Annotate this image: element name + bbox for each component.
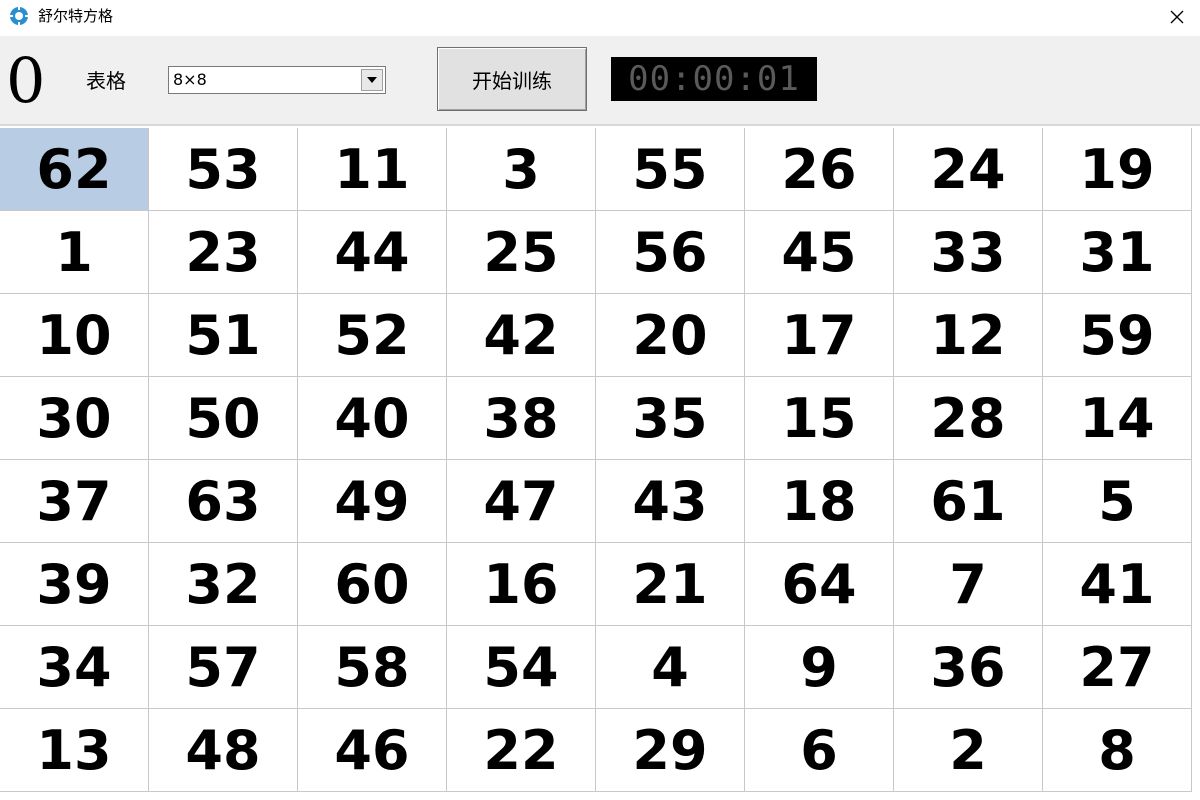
grid-cell[interactable]: 56 xyxy=(596,211,745,294)
grid-cell[interactable]: 48 xyxy=(149,709,298,792)
grid-cell[interactable]: 46 xyxy=(298,709,447,792)
grid-cell[interactable]: 27 xyxy=(1043,626,1192,709)
grid-cell[interactable]: 24 xyxy=(894,128,1043,211)
grid-cell[interactable]: 59 xyxy=(1043,294,1192,377)
grid-cell[interactable]: 19 xyxy=(1043,128,1192,211)
chevron-down-icon xyxy=(367,77,377,83)
grid-cell[interactable]: 49 xyxy=(298,460,447,543)
grid-cell[interactable]: 64 xyxy=(745,543,894,626)
grid-cell[interactable]: 8 xyxy=(1043,709,1192,792)
found-counter: 0 xyxy=(6,44,46,117)
grid-cell[interactable]: 15 xyxy=(745,377,894,460)
close-button[interactable] xyxy=(1154,0,1200,34)
grid-cell[interactable]: 30 xyxy=(0,377,149,460)
grid-cell[interactable]: 25 xyxy=(447,211,596,294)
grid-cell[interactable]: 51 xyxy=(149,294,298,377)
app-icon xyxy=(9,6,29,26)
grid-cell[interactable]: 61 xyxy=(894,460,1043,543)
grid-cell[interactable]: 45 xyxy=(745,211,894,294)
grid-cell[interactable]: 16 xyxy=(447,543,596,626)
grid-cell[interactable]: 38 xyxy=(447,377,596,460)
grid-cell[interactable]: 26 xyxy=(745,128,894,211)
grid-cell[interactable]: 29 xyxy=(596,709,745,792)
start-training-button[interactable]: 开始训练 xyxy=(437,47,587,111)
grid-cell[interactable]: 36 xyxy=(894,626,1043,709)
grid-cell[interactable]: 57 xyxy=(149,626,298,709)
grid-cell[interactable]: 41 xyxy=(1043,543,1192,626)
grid-cell[interactable]: 34 xyxy=(0,626,149,709)
grid-cell[interactable]: 60 xyxy=(298,543,447,626)
grid-size-value: 8×8 xyxy=(173,70,207,89)
grid-cell[interactable]: 13 xyxy=(0,709,149,792)
grid-cell[interactable]: 17 xyxy=(745,294,894,377)
title-bar: 舒尔特方格 xyxy=(0,0,1200,36)
grid-cell[interactable]: 37 xyxy=(0,460,149,543)
grid-cell[interactable]: 22 xyxy=(447,709,596,792)
grid-cell[interactable]: 4 xyxy=(596,626,745,709)
grid-cell[interactable]: 43 xyxy=(596,460,745,543)
schulte-grid: 62 53 11 3 55 26 24 19 1 23 44 25 56 45 33 31 10 51 52 42 20… xyxy=(0,128,1192,792)
grid-cell[interactable]: 54 xyxy=(447,626,596,709)
grid-cell[interactable]: 42 xyxy=(447,294,596,377)
grid-cell[interactable]: 20 xyxy=(596,294,745,377)
grid-cell[interactable]: 31 xyxy=(1043,211,1192,294)
grid-cell[interactable]: 47 xyxy=(447,460,596,543)
grid-cell[interactable]: 6 xyxy=(745,709,894,792)
dropdown-arrow-button[interactable] xyxy=(361,69,383,91)
grid-cell[interactable]: 40 xyxy=(298,377,447,460)
grid-cell[interactable]: 52 xyxy=(298,294,447,377)
grid-cell[interactable]: 32 xyxy=(149,543,298,626)
grid-cell[interactable]: 55 xyxy=(596,128,745,211)
timer-value: 00:00:01 xyxy=(628,59,800,99)
grid-cell[interactable]: 62 xyxy=(0,128,149,211)
grid-size-select[interactable]: 8×8 xyxy=(168,66,386,94)
grid-cell[interactable]: 53 xyxy=(149,128,298,211)
grid-cell[interactable]: 58 xyxy=(298,626,447,709)
grid-cell[interactable]: 3 xyxy=(447,128,596,211)
grid-cell[interactable]: 1 xyxy=(0,211,149,294)
close-icon xyxy=(1170,10,1184,24)
grid-cell[interactable]: 11 xyxy=(298,128,447,211)
grid-cell[interactable]: 63 xyxy=(149,460,298,543)
grid-cell[interactable]: 9 xyxy=(745,626,894,709)
grid-cell[interactable]: 18 xyxy=(745,460,894,543)
grid-cell[interactable]: 21 xyxy=(596,543,745,626)
grid-cell[interactable]: 7 xyxy=(894,543,1043,626)
grid-cell[interactable]: 14 xyxy=(1043,377,1192,460)
grid-cell[interactable]: 23 xyxy=(149,211,298,294)
grid-cell[interactable]: 12 xyxy=(894,294,1043,377)
grid-cell[interactable]: 5 xyxy=(1043,460,1192,543)
grid-cell[interactable]: 33 xyxy=(894,211,1043,294)
grid-cell[interactable]: 50 xyxy=(149,377,298,460)
grid-cell[interactable]: 39 xyxy=(0,543,149,626)
grid-cell[interactable]: 10 xyxy=(0,294,149,377)
grid-cell[interactable]: 35 xyxy=(596,377,745,460)
table-size-label: 表格 xyxy=(86,69,126,93)
grid-cell[interactable]: 28 xyxy=(894,377,1043,460)
grid-cell[interactable]: 44 xyxy=(298,211,447,294)
window-title: 舒尔特方格 xyxy=(38,7,114,25)
grid-cell[interactable]: 2 xyxy=(894,709,1043,792)
timer-display: 00:00:01 xyxy=(611,57,817,101)
